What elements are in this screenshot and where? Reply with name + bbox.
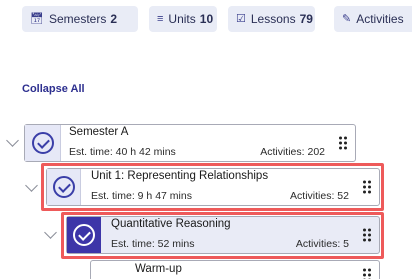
semester-card[interactable]: Semester A Est. time: 40 h 42 mins Activ…: [24, 124, 356, 162]
tab-units-label: Units: [168, 12, 196, 26]
layers-icon: ≡: [157, 12, 164, 25]
tab-activities[interactable]: ✎ Activities: [334, 6, 412, 32]
calendar-icon: 📅︎: [30, 12, 44, 25]
chevron-down-icon[interactable]: [25, 179, 38, 192]
tab-lessons-count: 79: [299, 12, 313, 26]
tab-units[interactable]: ≡ Units 10: [149, 6, 217, 32]
drag-handle-icon[interactable]: [339, 136, 347, 150]
tab-lessons-label: Lessons: [250, 12, 296, 26]
activity-card[interactable]: Warm-up: [90, 260, 380, 279]
tab-activities-label: Activities: [356, 12, 404, 26]
drag-handle-icon[interactable]: [363, 268, 371, 279]
checklist-icon: ☑: [236, 12, 246, 25]
tab-semesters-count: 2: [110, 12, 118, 26]
edit-document-icon: ✎: [342, 12, 352, 25]
semester-icon-box: [25, 125, 61, 161]
highlight-frame: [41, 163, 384, 211]
semester-title: Semester A: [69, 126, 129, 138]
tab-semesters[interactable]: 📅︎ Semesters 2: [22, 6, 138, 32]
check-circle-icon: [31, 132, 54, 154]
semester-activities: Activities: 202: [260, 146, 325, 158]
highlight-frame: [61, 212, 384, 259]
chevron-down-icon[interactable]: [44, 226, 57, 239]
chevron-down-icon[interactable]: [6, 134, 19, 147]
tab-units-count: 10: [199, 12, 214, 26]
activity-title: Warm-up: [135, 263, 182, 275]
tab-semesters-label: Semesters: [48, 12, 107, 26]
tab-lessons[interactable]: ☑ Lessons 79: [228, 6, 315, 32]
collapse-all-link[interactable]: Collapse All: [22, 83, 85, 95]
semester-est-time: Est. time: 40 h 42 mins: [69, 146, 176, 158]
